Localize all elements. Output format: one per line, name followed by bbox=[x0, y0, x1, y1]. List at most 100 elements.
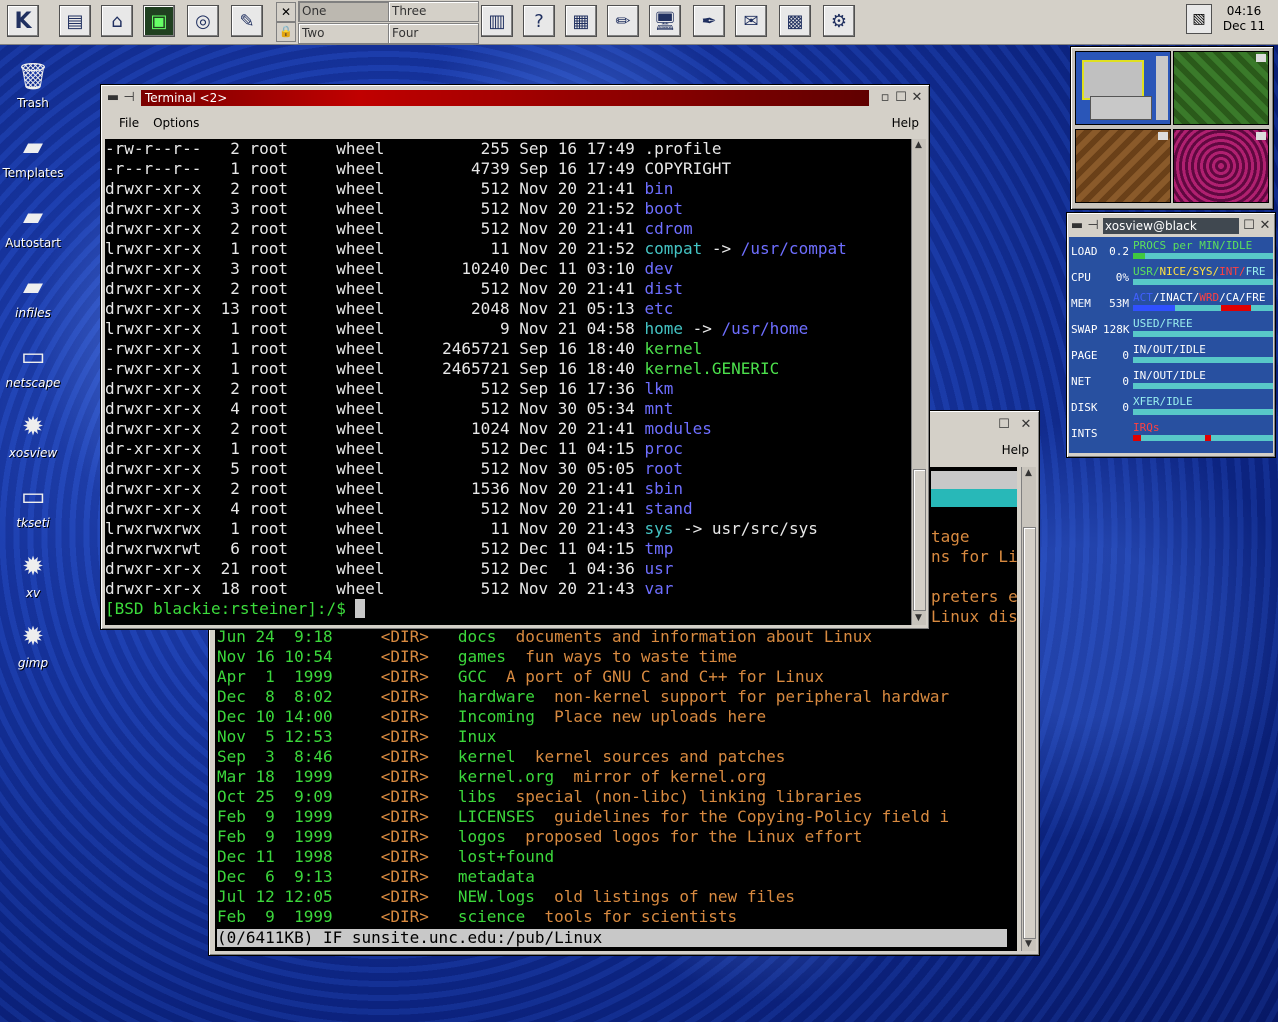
lock-icon[interactable]: 🔒 bbox=[276, 22, 296, 42]
ls-filename[interactable]: usr bbox=[644, 559, 673, 578]
scroll-up-arrow-icon[interactable]: ▲ bbox=[912, 139, 925, 152]
mail-launcher[interactable]: ✉ bbox=[732, 2, 770, 40]
terminal-titlebar[interactable]: ▬ ⊣ Terminal <2> ▫ ☐ ✕ bbox=[105, 89, 925, 107]
ftp-row[interactable]: Feb 9 1999 <DIR> logos proposed logos fo… bbox=[217, 827, 949, 847]
kde-menu-button[interactable]: K bbox=[4, 2, 42, 40]
taskbar-network-icon[interactable]: ▧ bbox=[1186, 4, 1212, 36]
menu-file[interactable]: File bbox=[119, 116, 139, 130]
ls-filename[interactable]: kernel bbox=[644, 339, 702, 358]
ls-filename[interactable]: COPYRIGHT bbox=[644, 159, 731, 178]
ls-filename[interactable]: lkm bbox=[644, 379, 673, 398]
help-launcher[interactable]: ? bbox=[520, 2, 558, 40]
vdesk-four[interactable] bbox=[1173, 129, 1269, 203]
ls-filename[interactable]: etc bbox=[644, 299, 673, 318]
minimize-icon[interactable]: ▫ bbox=[877, 90, 893, 106]
close-icon[interactable]: ✕ bbox=[909, 90, 925, 106]
ls-filename[interactable]: .profile bbox=[644, 139, 721, 158]
ftp-row[interactable]: Mar 18 1999 <DIR> kernel.org mirror of k… bbox=[217, 767, 949, 787]
ls-filename[interactable]: bin bbox=[644, 179, 673, 198]
ls-filename[interactable]: tmp bbox=[644, 539, 673, 558]
scroll-thumb[interactable] bbox=[1023, 527, 1036, 939]
close-icon[interactable]: ✕ bbox=[1257, 218, 1273, 234]
ftp-row[interactable]: Dec 8 8:02 <DIR> hardware non-kernel sup… bbox=[217, 687, 949, 707]
ls-filename[interactable]: mnt bbox=[644, 399, 673, 418]
scroll-down-arrow-icon[interactable]: ▼ bbox=[1022, 938, 1035, 951]
close-icon[interactable]: ✕ bbox=[1018, 417, 1034, 433]
ls-filename[interactable]: modules bbox=[644, 419, 711, 438]
ls-filename[interactable]: proc bbox=[644, 439, 683, 458]
desktop-icon-xv[interactable]: ✹ xv bbox=[2, 550, 64, 600]
window-list-button[interactable]: ▤ bbox=[56, 2, 94, 40]
desktop-icon-gimp[interactable]: ✹ gimp bbox=[2, 620, 64, 670]
filemanager-launcher[interactable]: ▥ bbox=[478, 2, 516, 40]
calculator-launcher[interactable]: ▦ bbox=[562, 2, 600, 40]
terminal-launcher[interactable]: ▣ bbox=[140, 2, 178, 40]
ftp-row[interactable]: Jul 12 12:05 <DIR> NEW.logs old listings… bbox=[217, 887, 949, 907]
ls-filename[interactable]: var bbox=[644, 579, 673, 598]
shell-prompt[interactable]: [BSD blackie:rsteiner]:/$ bbox=[105, 599, 847, 619]
clock[interactable]: 04:16 Dec 11 bbox=[1214, 2, 1274, 42]
maximize-icon[interactable]: ☐ bbox=[1241, 218, 1257, 234]
ftp-row[interactable]: Oct 25 9:09 <DIR> libs special (non-libc… bbox=[217, 787, 949, 807]
ls-filename[interactable]: dev bbox=[644, 259, 673, 278]
desktop-icon-trash[interactable]: 🗑 Trash bbox=[2, 60, 64, 110]
scroll-thumb[interactable] bbox=[913, 469, 926, 611]
desktop-icon-xosview[interactable]: ✹ xosview bbox=[2, 410, 64, 460]
pager-desk-one[interactable]: One bbox=[298, 1, 389, 22]
network-launcher[interactable]: ⚙ bbox=[820, 2, 858, 40]
vdesk-three[interactable] bbox=[1173, 51, 1269, 125]
ftp-row[interactable]: Dec 6 9:13 <DIR> metadata bbox=[217, 867, 949, 887]
monitor-launcher[interactable]: 🖥 bbox=[646, 2, 684, 40]
ls-filename[interactable]: compat bbox=[644, 239, 702, 258]
desktop-icon-infiles[interactable]: ▰ infiles bbox=[2, 270, 64, 320]
menu-help[interactable]: Help bbox=[1002, 443, 1029, 457]
ftp-row[interactable]: Apr 1 1999 <DIR> GCC A port of GNU C and… bbox=[217, 667, 949, 687]
menu-options[interactable]: Options bbox=[153, 116, 199, 130]
desktop-icon-templates[interactable]: ▰ Templates bbox=[2, 130, 64, 180]
ftp-row[interactable]: Sep 3 8:46 <DIR> kernel kernel sources a… bbox=[217, 747, 949, 767]
pager-desk-four[interactable]: Four bbox=[388, 23, 479, 44]
terminal-scrollbar[interactable]: ▲ ▼ bbox=[911, 139, 926, 625]
maximize-icon[interactable]: ☐ bbox=[996, 417, 1012, 433]
pin-icon[interactable]: ⊣ bbox=[1085, 218, 1101, 234]
menu-help[interactable]: Help bbox=[892, 116, 919, 130]
paint-launcher[interactable]: ✏ bbox=[604, 2, 642, 40]
desktop-icon-tkseti[interactable]: ▭ tkseti bbox=[2, 480, 64, 530]
ls-filename[interactable]: root bbox=[644, 459, 683, 478]
ftp-scrollbar[interactable]: ▲ ▼ bbox=[1021, 467, 1036, 951]
ftp-row[interactable]: Dec 10 14:00 <DIR> Incoming Place new up… bbox=[217, 707, 949, 727]
ftp-row[interactable]: Feb 9 1999 <DIR> LICENSES guidelines for… bbox=[217, 807, 949, 827]
home-button[interactable]: ⌂ bbox=[98, 2, 136, 40]
control-center-button[interactable]: ◎ bbox=[184, 2, 222, 40]
ftp-row[interactable]: Nov 5 12:53 <DIR> Inux bbox=[217, 727, 949, 747]
close-x-icon[interactable]: ✕ bbox=[276, 2, 296, 22]
scroll-down-arrow-icon[interactable]: ▼ bbox=[912, 612, 925, 625]
ftp-row[interactable]: Nov 16 10:54 <DIR> games fun ways to was… bbox=[217, 647, 949, 667]
xosview-titlebar[interactable]: ▬ ⊣ xosview@black ☐ ✕ bbox=[1069, 217, 1273, 235]
ls-filename[interactable]: sbin bbox=[644, 479, 683, 498]
ls-filename[interactable]: home bbox=[644, 319, 683, 338]
ftp-row[interactable]: Feb 9 1999 <DIR> science tools for scien… bbox=[217, 907, 949, 927]
pin-icon[interactable]: ⊣ bbox=[121, 90, 137, 106]
scroll-up-arrow-icon[interactable]: ▲ bbox=[1022, 467, 1035, 480]
ls-filename[interactable]: cdrom bbox=[644, 219, 692, 238]
ls-filename[interactable]: dist bbox=[644, 279, 683, 298]
ls-filename[interactable]: kernel.GENERIC bbox=[644, 359, 779, 378]
ls-filename[interactable]: stand bbox=[644, 499, 692, 518]
desktop-icon-autostart[interactable]: ▰ Autostart bbox=[2, 200, 64, 250]
pager-desk-two[interactable]: Two bbox=[298, 23, 389, 44]
ls-filename[interactable]: boot bbox=[644, 199, 683, 218]
pager-desk-three[interactable]: Three bbox=[388, 1, 479, 22]
ftp-row[interactable]: Jun 24 9:18 <DIR> docs documents and inf… bbox=[217, 627, 949, 647]
maximize-icon[interactable]: ☐ bbox=[893, 90, 909, 106]
vdesk-one[interactable] bbox=[1075, 51, 1171, 125]
ls-filename[interactable]: sys bbox=[644, 519, 673, 538]
terminal-output[interactable]: -rw-r--r-- 2 root wheel 255 Sep 16 17:49… bbox=[105, 139, 911, 625]
vdesk-two[interactable] bbox=[1075, 129, 1171, 203]
editor-launcher[interactable]: ✒ bbox=[690, 2, 728, 40]
help-button[interactable]: ✎ bbox=[228, 2, 266, 40]
ftp-row[interactable]: Dec 11 1998 <DIR> lost+found bbox=[217, 847, 949, 867]
system-launcher[interactable]: ▩ bbox=[776, 2, 814, 40]
desktop-icon-netscape[interactable]: ▭ netscape bbox=[2, 340, 64, 390]
window-menu-icon[interactable]: ▬ bbox=[105, 90, 121, 106]
